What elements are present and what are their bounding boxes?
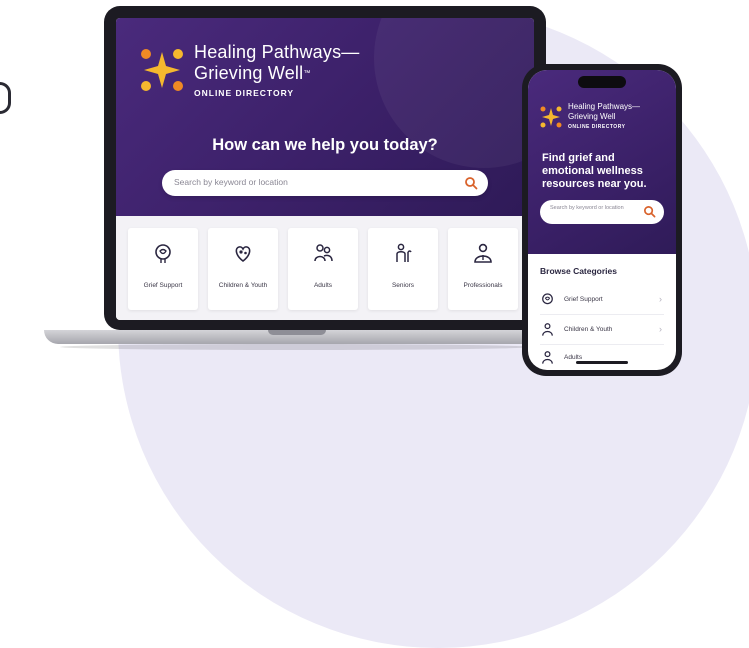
phone-brand-subtitle: ONLINE DIRECTORY — [568, 124, 626, 130]
phone-title: Find grief and emotional wellness resour… — [542, 152, 647, 190]
category-card-adults[interactable]: Adults — [288, 228, 358, 310]
phone-category-label: Children & Youth — [564, 326, 613, 333]
professionals-icon — [474, 243, 492, 263]
phone-brand-name: Healing Pathways— Grieving Well ONLINE D… — [568, 102, 640, 132]
search-icon[interactable] — [643, 205, 656, 218]
phone-search-input[interactable]: Search by keyword or location — [540, 200, 664, 224]
phone-category-label: Adults — [564, 354, 583, 361]
search-icon[interactable] — [464, 176, 478, 190]
seniors-icon — [396, 243, 412, 262]
grief-support-icon — [542, 293, 553, 305]
category-label: Professionals — [463, 282, 503, 289]
adults-icon — [314, 244, 333, 262]
category-card-grief-support[interactable]: Grief Support — [128, 228, 198, 310]
hero-section: Healing Pathways— Grieving Well™ ONLINE … — [116, 18, 534, 216]
chevron-right-icon: › — [659, 324, 662, 334]
star-logo-icon — [141, 49, 183, 91]
brand-line-1: Healing Pathways— — [194, 42, 360, 62]
phone-screen: Healing Pathways— Grieving Well ONLINE D… — [528, 70, 676, 370]
category-label: Seniors — [391, 282, 415, 289]
browse-categories-heading: Browse Categories — [540, 266, 617, 276]
phone-hero: Healing Pathways— Grieving Well ONLINE D… — [528, 70, 676, 254]
laptop-notch — [268, 330, 326, 335]
brand-line-2: Grieving Well™ — [194, 63, 359, 84]
children-youth-icon — [542, 323, 553, 336]
dynamic-island — [578, 76, 626, 88]
phone-brand-line-2: Grieving Well — [568, 112, 616, 121]
search-placeholder: Search by keyword or location — [174, 177, 288, 187]
grief-support-icon — [155, 244, 171, 263]
phone-category-children-youth[interactable]: Children & Youth › — [540, 322, 664, 340]
search-input[interactable]: Search by keyword or location — [162, 170, 488, 196]
category-card-professionals[interactable]: Professionals — [448, 228, 518, 310]
divider — [540, 314, 664, 315]
trademark-mark: ™ — [303, 70, 311, 77]
edge-decoration — [0, 82, 11, 114]
divider — [540, 344, 664, 345]
star-logo-icon — [540, 106, 562, 128]
hero-title: How can we help you today? — [212, 136, 438, 154]
phone-frame: Healing Pathways— Grieving Well ONLINE D… — [522, 64, 682, 376]
phone-search-placeholder: Search by keyword or location — [550, 205, 624, 211]
phone-category-label: Grief Support — [564, 296, 603, 303]
phone-brand-line-1: Healing Pathways— — [568, 102, 641, 111]
brand-subtitle: ONLINE DIRECTORY — [194, 88, 295, 98]
laptop-screen: Healing Pathways— Grieving Well™ ONLINE … — [116, 18, 534, 320]
category-label: Grief Support — [143, 282, 183, 289]
laptop-shadow — [60, 344, 530, 350]
home-indicator — [576, 361, 628, 364]
category-label: Adults — [313, 282, 333, 289]
phone-category-adults[interactable]: Adults — [540, 350, 664, 368]
brand-line-2-text: Grieving Well — [194, 63, 304, 83]
chevron-right-icon: › — [659, 294, 662, 304]
phone-category-grief-support[interactable]: Grief Support › — [540, 292, 664, 310]
category-card-seniors[interactable]: Seniors — [368, 228, 438, 310]
category-label: Children & Youth — [218, 282, 268, 289]
category-card-children-youth[interactable]: Children & Youth — [208, 228, 278, 310]
brand-name: Healing Pathways— Grieving Well™ ONLINE … — [194, 42, 359, 99]
children-youth-icon — [235, 246, 251, 263]
category-row: Grief Support Children & Youth Adults Se… — [116, 216, 534, 320]
adults-icon — [542, 351, 553, 364]
